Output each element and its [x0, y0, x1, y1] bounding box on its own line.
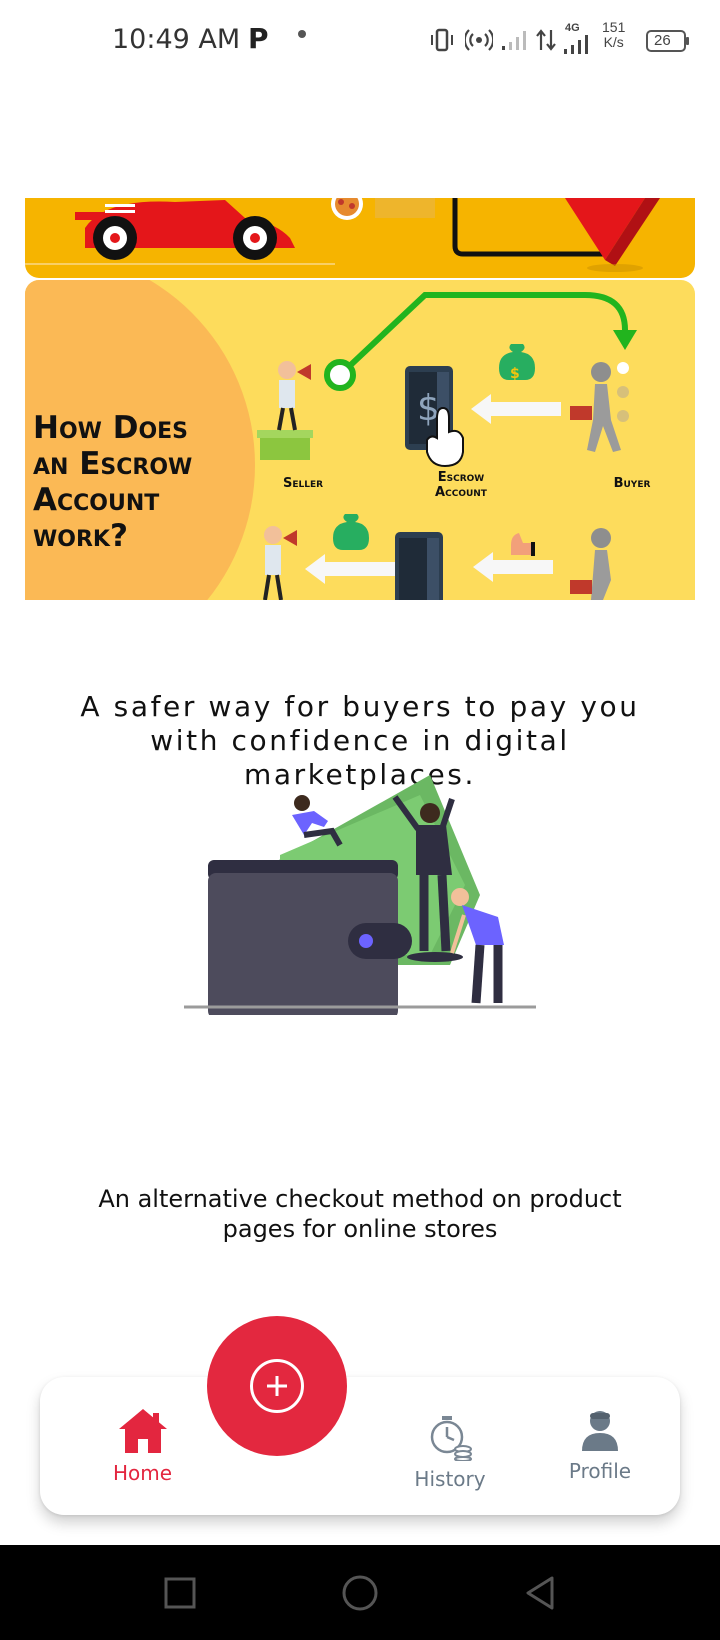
home-circle-icon: [342, 1575, 378, 1610]
banner-top-strip: [25, 198, 695, 278]
seller-label: Seller: [282, 476, 324, 491]
system-nav-bar: [0, 1545, 720, 1640]
home-system-button[interactable]: [320, 1545, 400, 1640]
back-button[interactable]: [500, 1545, 580, 1640]
signal-strong-icon: [564, 35, 588, 54]
plus-circle-icon: [250, 1359, 304, 1413]
escrow-flow-illustration: $ $: [257, 292, 637, 600]
history-icon: [430, 1416, 472, 1461]
buyer-label: Buyer: [613, 476, 651, 491]
home-icon: [118, 1409, 167, 1453]
nav-history[interactable]: History: [390, 1383, 510, 1521]
scooter-delivery-illustration: [25, 198, 660, 272]
data-transfer-icon: [536, 29, 556, 51]
notification-app-icon: P: [248, 22, 269, 55]
status-bar: 10:49 AM P 4G 151 K/s 26: [0, 0, 720, 80]
nav-profile[interactable]: Profile: [540, 1377, 660, 1515]
nav-home-label: Home: [112, 1461, 173, 1485]
banner-main-panel: How Does an Escrow Account work? $ $ Sel…: [25, 280, 695, 600]
profile-icon: [582, 1411, 618, 1451]
vibrate-icon: [431, 28, 453, 52]
notification-dot-icon: [298, 30, 306, 38]
bottom-nav-bar: Home History Profile: [40, 1377, 680, 1515]
wallet-money-illustration: [184, 775, 536, 1015]
network-speed: 151 K/s: [602, 20, 625, 50]
nav-home[interactable]: Home: [80, 1377, 205, 1515]
hotspot-icon: [465, 29, 493, 51]
battery-icon: 26: [646, 30, 689, 52]
nav-history-label: History: [414, 1467, 486, 1491]
speed-unit: K/s: [603, 34, 624, 50]
network-type: 4G: [565, 22, 580, 34]
back-icon: [526, 1576, 554, 1609]
checkout-subtext: An alternative checkout method on produc…: [98, 1185, 622, 1243]
svg-text:$: $: [510, 366, 520, 382]
nav-profile-label: Profile: [568, 1459, 632, 1483]
signal-weak-icon: [502, 31, 526, 50]
speed-value: 151: [602, 19, 626, 35]
escrow-banner[interactable]: How Does an Escrow Account work? $ $ Sel…: [25, 198, 695, 600]
recents-icon: [164, 1577, 196, 1608]
status-time: 10:49 AM: [112, 24, 241, 55]
escrow-account-label: Escrow Account: [435, 470, 487, 500]
recents-button[interactable]: [140, 1545, 220, 1640]
add-transaction-button[interactable]: [207, 1316, 347, 1456]
